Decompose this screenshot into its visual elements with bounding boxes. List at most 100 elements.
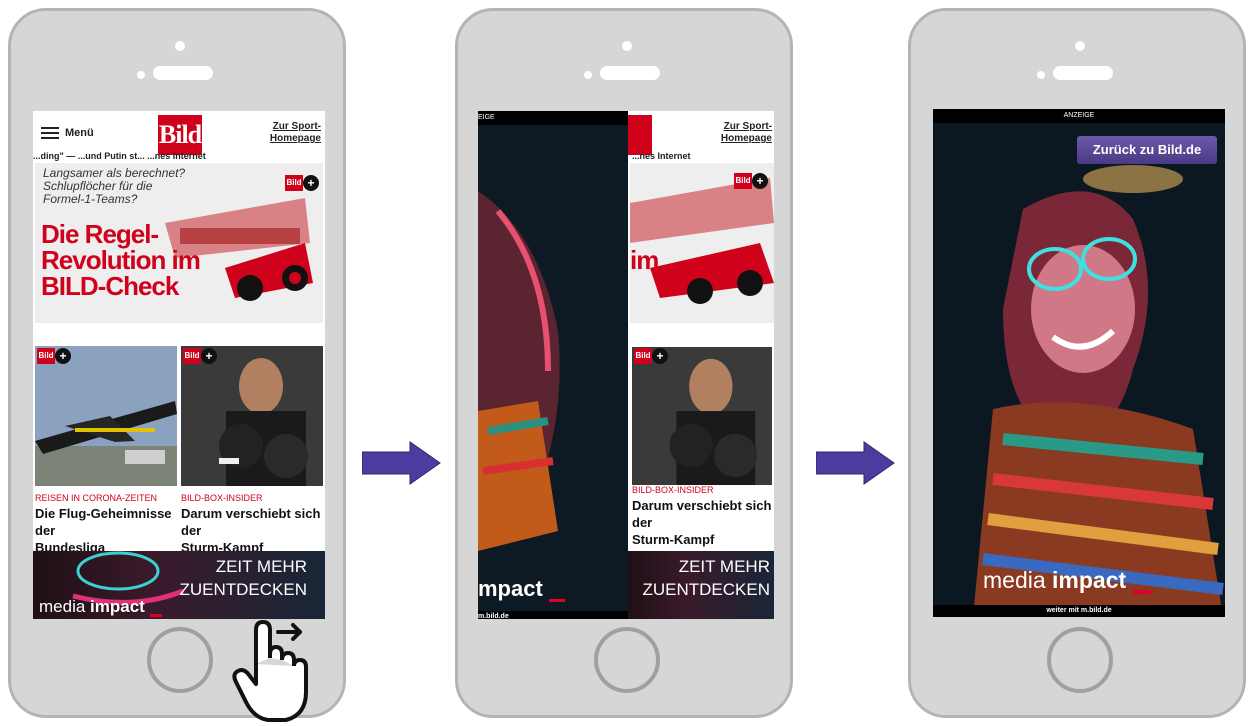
news-screen-1: Menü Bild Zur Sport- Homepage ...ding" —…	[33, 111, 325, 619]
hero-teaser[interactable]: im Bild +	[630, 163, 774, 323]
ad-photo-partial	[478, 111, 628, 619]
banner-slogan: ZEIT MEHR ZUENTDECKEN	[179, 555, 307, 601]
boxer-image[interactable]: Bild +	[181, 346, 323, 486]
phone-speaker	[1053, 66, 1113, 80]
boxer-image[interactable]: Bild +	[632, 346, 772, 486]
phone-camera	[137, 71, 145, 79]
badge-logo: Bild	[634, 348, 652, 364]
transition-screen: EIGE mpact m.bild.de Zur Sport- Homepage…	[478, 111, 774, 619]
card-kicker: BILD-BOX-INSIDER	[632, 485, 714, 495]
logo-bar	[548, 599, 565, 602]
hero-title-line: BILD-Check	[41, 271, 179, 301]
hero-title-line: Revolution im	[41, 245, 201, 275]
sport-link-line2[interactable]: Homepage	[721, 133, 772, 145]
headline-line[interactable]: Darum verschiebt sich der	[181, 505, 323, 539]
hero-title-partial: im	[630, 245, 659, 275]
logo-bold: impact	[1052, 567, 1127, 593]
bild-logo[interactable]	[628, 115, 652, 155]
phone-camera	[584, 71, 592, 79]
continue-link[interactable]: m.bild.de	[478, 611, 628, 619]
phone-sensor	[175, 41, 185, 51]
phone-sensor	[622, 41, 632, 51]
news-page-partial: Zur Sport- Homepage ...nes Internet im B…	[628, 111, 774, 619]
continue-link[interactable]: weiter mit m.bild.de	[933, 605, 1225, 617]
home-button	[1047, 627, 1113, 693]
media-impact-logo-partial: mpact	[478, 576, 565, 602]
swipe-hand-icon	[232, 620, 308, 722]
sport-link-line1[interactable]: Zur Sport-	[270, 121, 321, 133]
badge-logo: Bild	[37, 348, 55, 364]
media-impact-logo: media impact	[39, 597, 162, 617]
ad-photo	[933, 109, 1225, 617]
banner-slogan: ZEIT MEHR ZUENTDECKEN	[642, 555, 770, 601]
card-headline[interactable]: Darum verschiebt sich der Sturm-Kampf	[181, 505, 323, 556]
ad-label: ANZEIGE	[933, 109, 1225, 123]
arrow-right-icon	[816, 441, 895, 485]
fullscreen-ad[interactable]: ANZEIGE Zurück zu Bild.de media impact w…	[933, 109, 1225, 617]
card-headline[interactable]: Die Flug-Geheimnisse der Bundesliga	[35, 505, 177, 556]
bild-plus-badge: Bild +	[734, 173, 772, 189]
boxer-photo	[632, 346, 772, 486]
hero-subtitle: Langsamer als berechnet? Schlupflöcher f…	[43, 167, 213, 206]
card-kicker: BILD-BOX-INSIDER	[181, 493, 263, 503]
banner-line: ZUENTDECKEN	[642, 580, 770, 599]
hero-title-line: Die Regel-	[41, 219, 159, 249]
sport-homepage-link[interactable]: Zur Sport- Homepage	[270, 121, 321, 145]
ad-label: EIGE	[478, 111, 628, 125]
sport-link-line1[interactable]: Zur Sport-	[721, 121, 772, 133]
badge-logo: Bild	[183, 348, 201, 364]
logo-bold: mpact	[478, 576, 543, 601]
plane-image[interactable]: Bild +	[35, 346, 177, 486]
plus-icon: +	[652, 348, 668, 364]
media-impact-logo: media impact	[983, 567, 1151, 594]
logo-bold: impact	[90, 597, 145, 616]
plus-icon: +	[55, 348, 71, 364]
media-impact-ad-banner[interactable]: ZEIT MEHR ZUENTDECKEN media impact	[33, 551, 325, 619]
media-impact-ad-banner[interactable]: ZEIT MEHR ZUENTDECKEN	[628, 551, 774, 619]
plus-icon: +	[201, 348, 217, 364]
fullscreen-ad-partial[interactable]: EIGE mpact m.bild.de	[478, 111, 628, 619]
news-ticker[interactable]: ...ding" — ...und Putin st... ...nes Int…	[33, 151, 325, 163]
banner-line: ZEIT MEHR	[678, 557, 770, 576]
home-button	[147, 627, 213, 693]
logo-light: media	[983, 567, 1046, 593]
hero-title: Die Regel- Revolution im BILD-Check	[41, 221, 271, 299]
phone-frame-1: Menü Bild Zur Sport- Homepage ...ding" —…	[8, 8, 346, 718]
plus-icon: +	[752, 173, 768, 189]
bild-logo[interactable]: Bild	[158, 115, 202, 155]
back-to-bild-button[interactable]: Zurück zu Bild.de	[1077, 136, 1217, 164]
badge-logo: Bild	[285, 175, 303, 191]
banner-line: ZUENTDECKEN	[179, 580, 307, 599]
phone-sensor	[1075, 41, 1085, 51]
logo-bar	[149, 614, 162, 617]
sport-link-line2[interactable]: Homepage	[270, 133, 321, 145]
phone-camera	[1037, 71, 1045, 79]
headline-line[interactable]: Die Flug-Geheimnisse der	[35, 505, 177, 539]
card-headline[interactable]: Darum verschiebt sich der Sturm-Kampf	[632, 497, 772, 548]
home-button	[594, 627, 660, 693]
card-kicker: REISEN IN CORONA-ZEITEN	[35, 493, 158, 503]
hero-sub-line: Formel-1-Teams?	[43, 192, 138, 206]
menu-icon[interactable]	[41, 127, 59, 139]
phone-frame-2: EIGE mpact m.bild.de Zur Sport- Homepage…	[455, 8, 793, 718]
plus-icon: +	[303, 175, 319, 191]
phone-speaker	[600, 66, 660, 80]
bild-plus-badge: Bild +	[634, 348, 672, 364]
bild-plus-badge: Bild +	[37, 348, 75, 364]
logo-light: media	[39, 597, 86, 616]
logo-bar	[1132, 590, 1151, 594]
phone-frame-3: ANZEIGE Zurück zu Bild.de media impact w…	[908, 8, 1246, 718]
news-header: Menü Bild Zur Sport- Homepage	[33, 111, 325, 155]
badge-logo: Bild	[734, 173, 752, 189]
news-ticker[interactable]: ...nes Internet	[632, 151, 774, 163]
bild-plus-badge: Bild +	[183, 348, 221, 364]
arrow-right-icon	[362, 441, 441, 485]
hero-teaser[interactable]: Langsamer als berechnet? Schlupflöcher f…	[35, 163, 323, 323]
boxer-photo	[181, 346, 323, 486]
headline-line[interactable]: Sturm-Kampf	[632, 531, 772, 548]
sport-homepage-link[interactable]: Zur Sport- Homepage	[721, 121, 772, 145]
plane-photo	[35, 346, 177, 486]
phone-speaker	[153, 66, 213, 80]
headline-line[interactable]: Darum verschiebt sich der	[632, 497, 772, 531]
menu-label[interactable]: Menü	[65, 127, 94, 139]
